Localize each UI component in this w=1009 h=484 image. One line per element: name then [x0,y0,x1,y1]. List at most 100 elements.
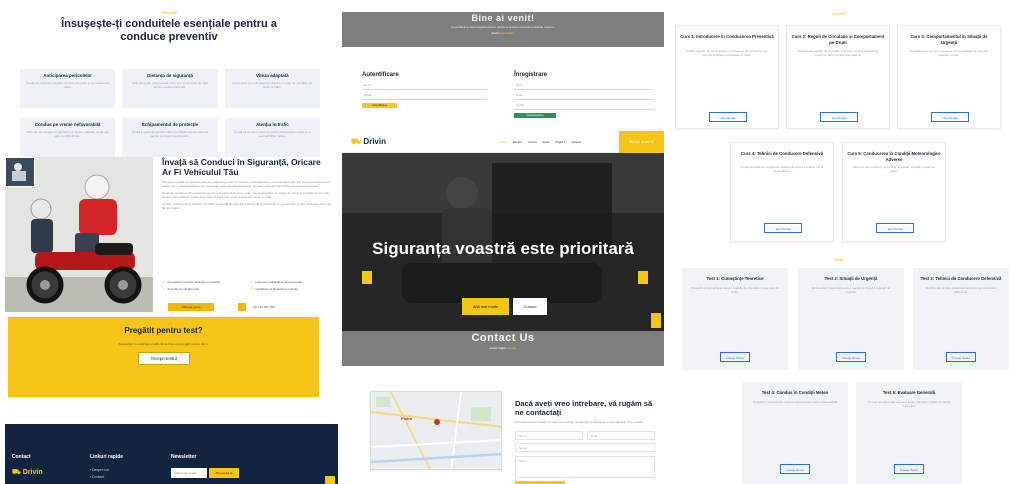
instructor-thumbnail [5,157,35,187]
course-details-button[interactable]: Vezi Detalii [709,112,747,122]
car-icon: ⛟ [351,137,362,146]
course-details-button[interactable]: Vezi Detalii [764,223,802,233]
site-logo[interactable]: ⛟ Drivin [351,137,386,147]
course-title: Curs 2: Reguli de Circulație și Comporta… [791,34,885,45]
register-password-input[interactable]: Parolă [514,102,654,110]
map-city-label: Piatra [401,416,413,421]
back-to-top-button[interactable] [325,476,335,484]
course-card: Curs 4: Tehnici de Conducere Defensivă Î… [730,142,834,242]
carousel-prev-arrow-icon[interactable] [362,271,372,284]
test-title: Test 3: Tehnici de Conducere Defensivă [920,276,1002,281]
test-cta-banner: Pregătit pentru test? Testează-ți cunoșt… [8,317,319,397]
footer-newsletter-heading: Newsletter [171,454,197,460]
nav-item-cursuri[interactable]: Cursuri [528,140,537,144]
footer-link[interactable]: › Contact [90,475,104,479]
nav-item-contact[interactable]: Contact [571,140,581,144]
learn-more-button[interactable]: Află mai multe [168,303,214,311]
feature-title: Echipamentul de protecție [141,122,199,127]
course-card: Curs 1: Introducere în Conducerea Preven… [675,25,779,129]
course-text: Află cum să conduci în siguranță pe ploa… [852,165,936,173]
footer-links-heading: Linkuri rapide [90,454,124,460]
test-text: Un test complet care acoperă toate noțiu… [867,400,951,408]
welcome-header: Bine ai venit! Autentifică-te sau înregi… [342,12,664,47]
check-icon: ✓ [162,286,166,291]
login-title: Autentificare [362,72,399,78]
footer-link[interactable]: › Despre noi [90,468,109,472]
register-title: Înregistrare [514,72,548,78]
contact-message-textarea[interactable]: Mesaj [515,456,655,478]
location-map[interactable]: Piatra [370,391,502,470]
feature-card: Viteza adaptată Descoperă cum să adaptezi… [224,69,320,108]
register-button[interactable]: Înregistrează-te [514,113,556,118]
learn-section-title: Învață să Conduci în Siguranță, Oricare … [162,157,321,177]
hero-courses-button[interactable]: Cursuri [513,298,547,315]
back-to-top-button[interactable] [651,313,661,328]
test-card: Test 3: Tehnici de Conducere Defensivă V… [913,268,1009,370]
newsletter-email-input[interactable]: Adresa de email [171,468,207,478]
login-password-input[interactable]: Parolă [362,92,487,100]
features-grid: Anticiparea pericolelor Învață să anticip… [20,69,320,157]
course-details-button[interactable]: Vezi Detalii [876,223,914,233]
test-card: Test 2: Situații de Urgență Evaluează-ți… [798,268,904,370]
test-text: Testează-ți cunoștințele despre condusul… [752,400,838,404]
register-name-input[interactable]: Nume [514,82,654,90]
feature-text: Află cum să conduci în siguranță pe ploa… [26,130,109,138]
course-card: Curs 3: Comportamentul în Situații de Ur… [897,25,1001,129]
checklist-item: ✓ Certificare la finalizarea cursului [250,286,298,292]
nav-item-despre[interactable]: Despre [513,140,522,144]
feature-title: Viteza adaptată [255,73,289,78]
contact-name-input[interactable]: Nume [515,431,583,440]
login-email-input[interactable]: Email [362,82,487,90]
newsletter-subscribe-button[interactable]: Abonează-te [209,468,239,478]
nav-item-acasa[interactable]: Acasă [499,140,507,144]
course-text: Învață tehnicile de conducere defensivă … [740,165,824,173]
get-started-button[interactable]: Începe acum ➜ [619,131,664,153]
start-test-button[interactable]: Începe Testul [894,464,924,474]
navbar: ⛟ Drivin Acasă Despre Cursuri Teste Pagi… [342,131,664,153]
start-test-button[interactable]: Începe testul [138,352,190,365]
contact-question: Dacă aveți vreo întrebare, vă rugăm să n… [515,399,653,417]
services-heading: Însușește-ți conduitele esențiale pentru… [61,18,277,43]
course-title: Curs 4: Tehnici de Conducere Defensivă [740,151,824,156]
contact-title: Contact Us [471,332,535,344]
contact-text: Completează formularul de mai jos și ech… [515,420,644,424]
middle-panel-auth-hero-contact: Bine ai venit! Autentifică-te sau înregi… [342,0,664,484]
nav-item-pagini[interactable]: Pagini ▾ [556,140,566,144]
feature-card: Distanța de siguranță Află cât spațiu est… [122,69,218,108]
contact-email-input[interactable]: Email [587,431,655,440]
test-text: Verifică cât de bine stăpânești tehnicil… [925,286,997,294]
checklist-item: ✓ Instructori calificați și experimentați [250,279,302,285]
check-icon: ✓ [250,279,254,284]
test-title: Test 2: Situații de Urgență [824,276,878,281]
course-title: Curs 5: Conducerea în Condiții Meteorolo… [847,151,941,162]
learn-paragraph: Lecțiile includ exerciții practice, simu… [162,202,331,210]
benefits-checklist: ✓ Cunoștințe teoretice aplicate în practi… [162,279,332,292]
start-test-button[interactable]: Începe Testul [720,352,750,362]
start-test-button[interactable]: Începe Testul [836,352,866,362]
test-card: Test 4: Condus în Condiții Meteo Testeaz… [742,382,848,484]
feature-card: Condus pe vreme nefavorabilă Află cum să … [20,118,116,157]
phone-number[interactable]: +40 123 456 789 [252,305,275,309]
nav-item-teste[interactable]: Teste [543,140,550,144]
start-test-button[interactable]: Începe Testul [780,464,810,474]
map-image [371,392,501,469]
learn-section-body: Siguranța rutieră nu depinde doar de veh… [162,180,332,213]
hero-learn-more-button[interactable]: Află mai multe [462,298,509,315]
course-details-button[interactable]: Vezi Detalii [931,112,969,122]
checklist-item: ✓ Simulări de situații reale [162,286,200,292]
test-text: Testează-ți cunoștințele despre regulile… [690,286,780,294]
learn-paragraph: Cursurile noastre sunt concepute pentru … [162,191,330,199]
car-icon: ⛟ [12,469,23,476]
start-test-button[interactable]: Începe Testul [946,352,976,362]
course-details-button[interactable]: Vezi Detalii [820,112,858,122]
contact-subject-input[interactable]: Subiect [515,443,655,452]
contact-header: Contact Us Acasă / Pagini / Contact [342,331,664,366]
course-text: Descoperă regulile de circulație esenția… [797,49,879,57]
login-button[interactable]: Autentifică-te [362,103,397,108]
phone-icon [238,303,246,311]
carousel-next-arrow-icon[interactable] [638,271,648,284]
register-email-input[interactable]: Email [514,92,654,100]
course-text: Pregătește-te pentru a gestiona corect s… [910,49,988,57]
feature-title: Distanța de siguranță [147,73,193,78]
feature-text: Învață importanța purtării căștii și ech… [131,130,209,138]
